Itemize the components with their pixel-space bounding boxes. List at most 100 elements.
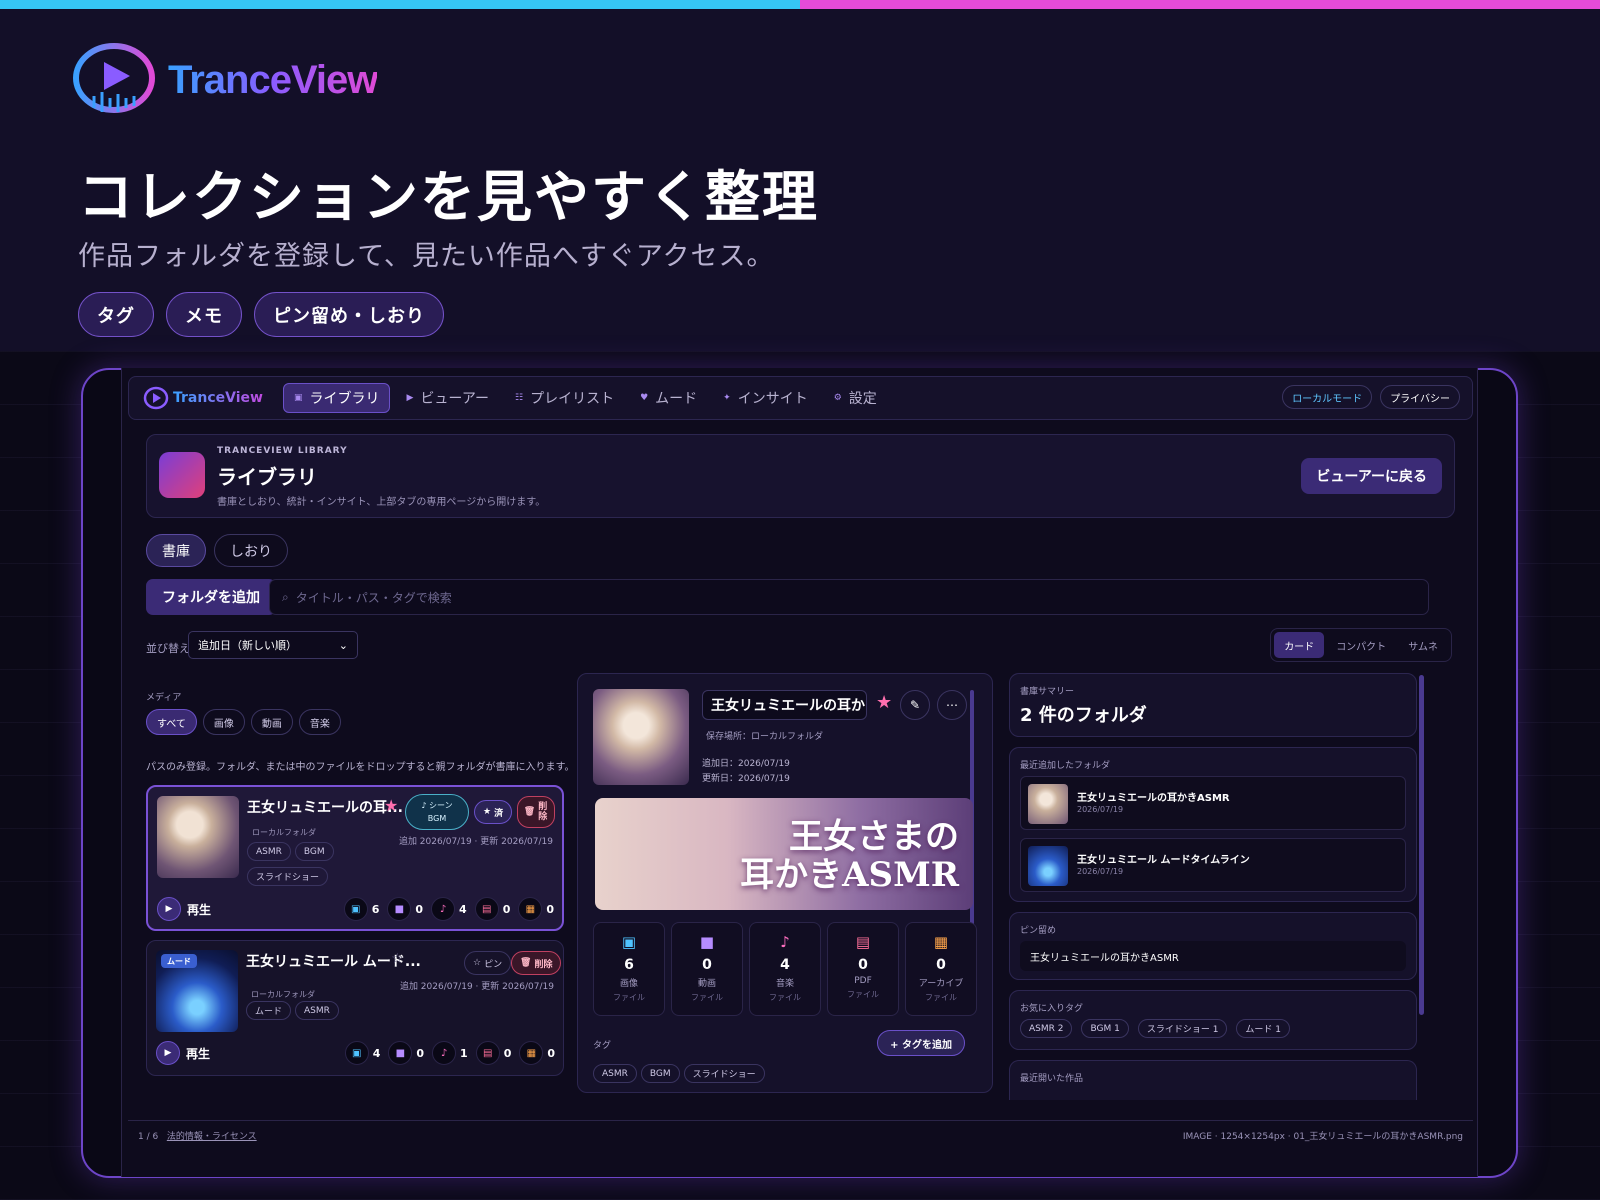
tag-pill[interactable]: スライドショー 1 xyxy=(1137,1019,1228,1038)
legal-link[interactable]: 法的情報・ライセンス xyxy=(167,1132,257,1142)
recent-folder-date: 2026/07/19 xyxy=(1077,867,1124,876)
mood-badge: ムード xyxy=(161,954,197,968)
recent-folder-thumbnail xyxy=(1028,846,1068,886)
tab-mood[interactable]: ♥ ムード xyxy=(630,383,707,413)
more-icon[interactable]: ⋯ xyxy=(937,690,967,720)
tab-playlist[interactable]: ☷ プレイリスト xyxy=(505,383,624,413)
add-tag-button[interactable]: + タグを追加 xyxy=(877,1030,965,1056)
detail-tags: ASMR BGM スライドショー xyxy=(593,1064,769,1083)
star-icon: ★ xyxy=(483,807,492,817)
media-filter-video[interactable]: 動画 xyxy=(250,709,293,735)
music-icon: ♪ xyxy=(432,1041,457,1065)
scene-label: ♪ シーン xyxy=(421,801,453,810)
trash-icon: 🗑 xyxy=(523,807,536,817)
media-filter-all[interactable]: すべて xyxy=(146,709,197,735)
tab-viewer[interactable]: ▶ ビューアー xyxy=(396,383,499,413)
file-counts: ▣ 4 ■ 0 ♪ 1 ▤ 0 ▦ 0 xyxy=(344,1041,555,1065)
nav-brand[interactable]: TranceView xyxy=(143,386,263,410)
detail-updated-date: 更新日：2026/07/19 xyxy=(702,774,790,784)
library-icon: ▣ xyxy=(293,393,303,403)
detail-title-input[interactable]: 王女リュミエールの耳かきA xyxy=(702,690,867,720)
pin-button[interactable]: ☆ ピン xyxy=(464,951,512,975)
segment-bookmarks[interactable]: しおり xyxy=(214,534,288,567)
view-mode-card[interactable]: カード xyxy=(1274,632,1325,658)
pinned-box: ピン留め 王女リュミエールの耳かきASMR xyxy=(1009,912,1417,980)
tab-library[interactable]: ▣ ライブラリ xyxy=(282,383,391,413)
recent-folder-item[interactable]: 王女リュミエールの耳かきASMR 2026/07/19 xyxy=(1020,776,1406,830)
hero-subtitle: 作品フォルダを登録して、見たい作品へすぐアクセス。 xyxy=(78,241,775,272)
media-filter-label: メディア xyxy=(146,693,182,703)
tab-insight[interactable]: ✦ インサイト xyxy=(713,383,818,413)
tag-pill[interactable]: BGM xyxy=(294,842,334,861)
pdf-count: ▤ 0 xyxy=(475,1041,511,1065)
tab-settings[interactable]: ⚙ 設定 xyxy=(824,383,887,413)
count-value: 4 xyxy=(459,902,467,916)
folder-dates: 追加 2026/07/19 · 更新 2026/07/19 xyxy=(399,982,554,992)
stat-value: 0 xyxy=(702,957,712,973)
file-stats: ▣ 6 画像 ファイル ■ 0 動画 ファイル ♪ 4 音楽 ファイル ▤ 0 PDF ファイル ▦ 0 ア… xyxy=(593,922,977,1016)
folder-tags: ムード ASMR xyxy=(246,1001,343,1020)
segment-shelf[interactable]: 書庫 xyxy=(146,534,206,567)
sort-select[interactable]: 追加日（新しい順） ⌄ xyxy=(188,631,358,659)
tag-pill[interactable]: スライドショー xyxy=(683,1064,765,1083)
play-button[interactable]: ▶ 再生 xyxy=(156,1041,210,1065)
play-label: 再生 xyxy=(187,902,212,917)
library-badge-icon xyxy=(159,452,205,498)
cover-line-2: 耳かきASMR xyxy=(740,855,959,895)
favorite-tags-box: お気に入りタグ ASMR 2 BGM 1 スライドショー 1 ムード 1 xyxy=(1009,990,1417,1050)
tag-pill[interactable]: ASMR xyxy=(247,842,291,861)
music-icon: ♪ xyxy=(780,933,790,951)
pinned-item[interactable]: 王女リュミエールの耳かきASMR xyxy=(1020,941,1406,971)
stat-value: 0 xyxy=(858,957,868,973)
back-to-viewer-button[interactable]: ビューアーに戻る xyxy=(1301,458,1442,494)
sort-value: 追加日（新しい順） xyxy=(198,639,297,652)
image-count: ▣ 4 xyxy=(344,1041,381,1065)
archive-count: ▦ 0 xyxy=(519,1041,555,1065)
stat-label: 音楽 xyxy=(775,979,794,989)
favorite-star-icon[interactable]: ☆ xyxy=(391,951,404,967)
trash-icon: 🗑 xyxy=(520,958,532,968)
local-mode-button[interactable]: ローカルモード xyxy=(1282,385,1373,409)
favorite-star-icon[interactable]: ★ xyxy=(876,692,892,713)
mark-done-button[interactable]: ★ 済 xyxy=(474,800,513,824)
delete-button[interactable]: 🗑 削除 xyxy=(517,796,555,828)
folder-card[interactable]: 王女リュミエールの耳... ★ ローカルフォルダ ASMR BGM スライドショ… xyxy=(146,785,564,931)
tag-pill[interactable]: ムード 1 xyxy=(1236,1019,1291,1038)
scene-bgm-button[interactable]: ♪ シーン BGM xyxy=(405,794,469,830)
detail-location: 保存場所：ローカルフォルダ xyxy=(706,732,824,742)
summary-value: 2 件のフォルダ xyxy=(1020,705,1147,726)
view-mode-compact[interactable]: コンパクト xyxy=(1326,632,1396,658)
tag-pill[interactable]: ムード xyxy=(246,1001,292,1020)
feature-chip-memo: メモ xyxy=(166,292,242,337)
media-filter-music[interactable]: 音楽 xyxy=(298,709,341,735)
cover-artwork-text: 王女さまの 耳かきASMR xyxy=(740,818,959,894)
tag-pill[interactable]: ASMR 2 xyxy=(1020,1019,1073,1038)
video-count: ■ 0 xyxy=(387,897,423,921)
music-count: ♪ 4 xyxy=(431,897,467,921)
tab-label: ライブラリ xyxy=(309,391,380,407)
video-icon: ■ xyxy=(699,933,715,951)
top-accent-bar xyxy=(0,0,1600,9)
view-mode-thumb[interactable]: サムネ xyxy=(1398,632,1448,658)
search-input[interactable]: ⌕ タイトル・パス・タグで検索 xyxy=(269,579,1429,615)
add-folder-button[interactable]: フォルダを追加 xyxy=(146,579,276,615)
tag-pill[interactable]: ASMR xyxy=(593,1064,637,1083)
play-button[interactable]: ▶ 再生 xyxy=(157,897,211,921)
tag-pill[interactable]: ASMR xyxy=(295,1001,339,1020)
favorite-star-icon[interactable]: ★ xyxy=(384,796,398,815)
tag-pill[interactable]: スライドショー xyxy=(247,867,329,886)
tag-pill[interactable]: BGM xyxy=(640,1064,680,1083)
privacy-button[interactable]: プライバシー xyxy=(1380,385,1460,409)
recent-folder-item[interactable]: 王女リュミエール ムードタイムライン 2026/07/19 xyxy=(1020,838,1406,892)
nav-brand-text: TranceView xyxy=(173,390,263,406)
music-count: ♪ 1 xyxy=(432,1041,468,1065)
sparkle-icon: ✦ xyxy=(723,393,731,403)
folder-card[interactable]: ムード 王女リュミエール ムード... ☆ ローカルフォルダ ムード ASMR … xyxy=(146,940,564,1076)
tag-pill[interactable]: BGM 1 xyxy=(1081,1019,1129,1038)
media-filter-image[interactable]: 画像 xyxy=(202,709,245,735)
sidebar-scrollbar[interactable] xyxy=(1419,675,1424,1015)
delete-button[interactable]: 🗑 削除 xyxy=(511,951,562,975)
count-value: 4 xyxy=(372,1046,381,1060)
folder-thumbnail xyxy=(157,796,239,878)
edit-icon[interactable]: ✎ xyxy=(900,690,930,720)
